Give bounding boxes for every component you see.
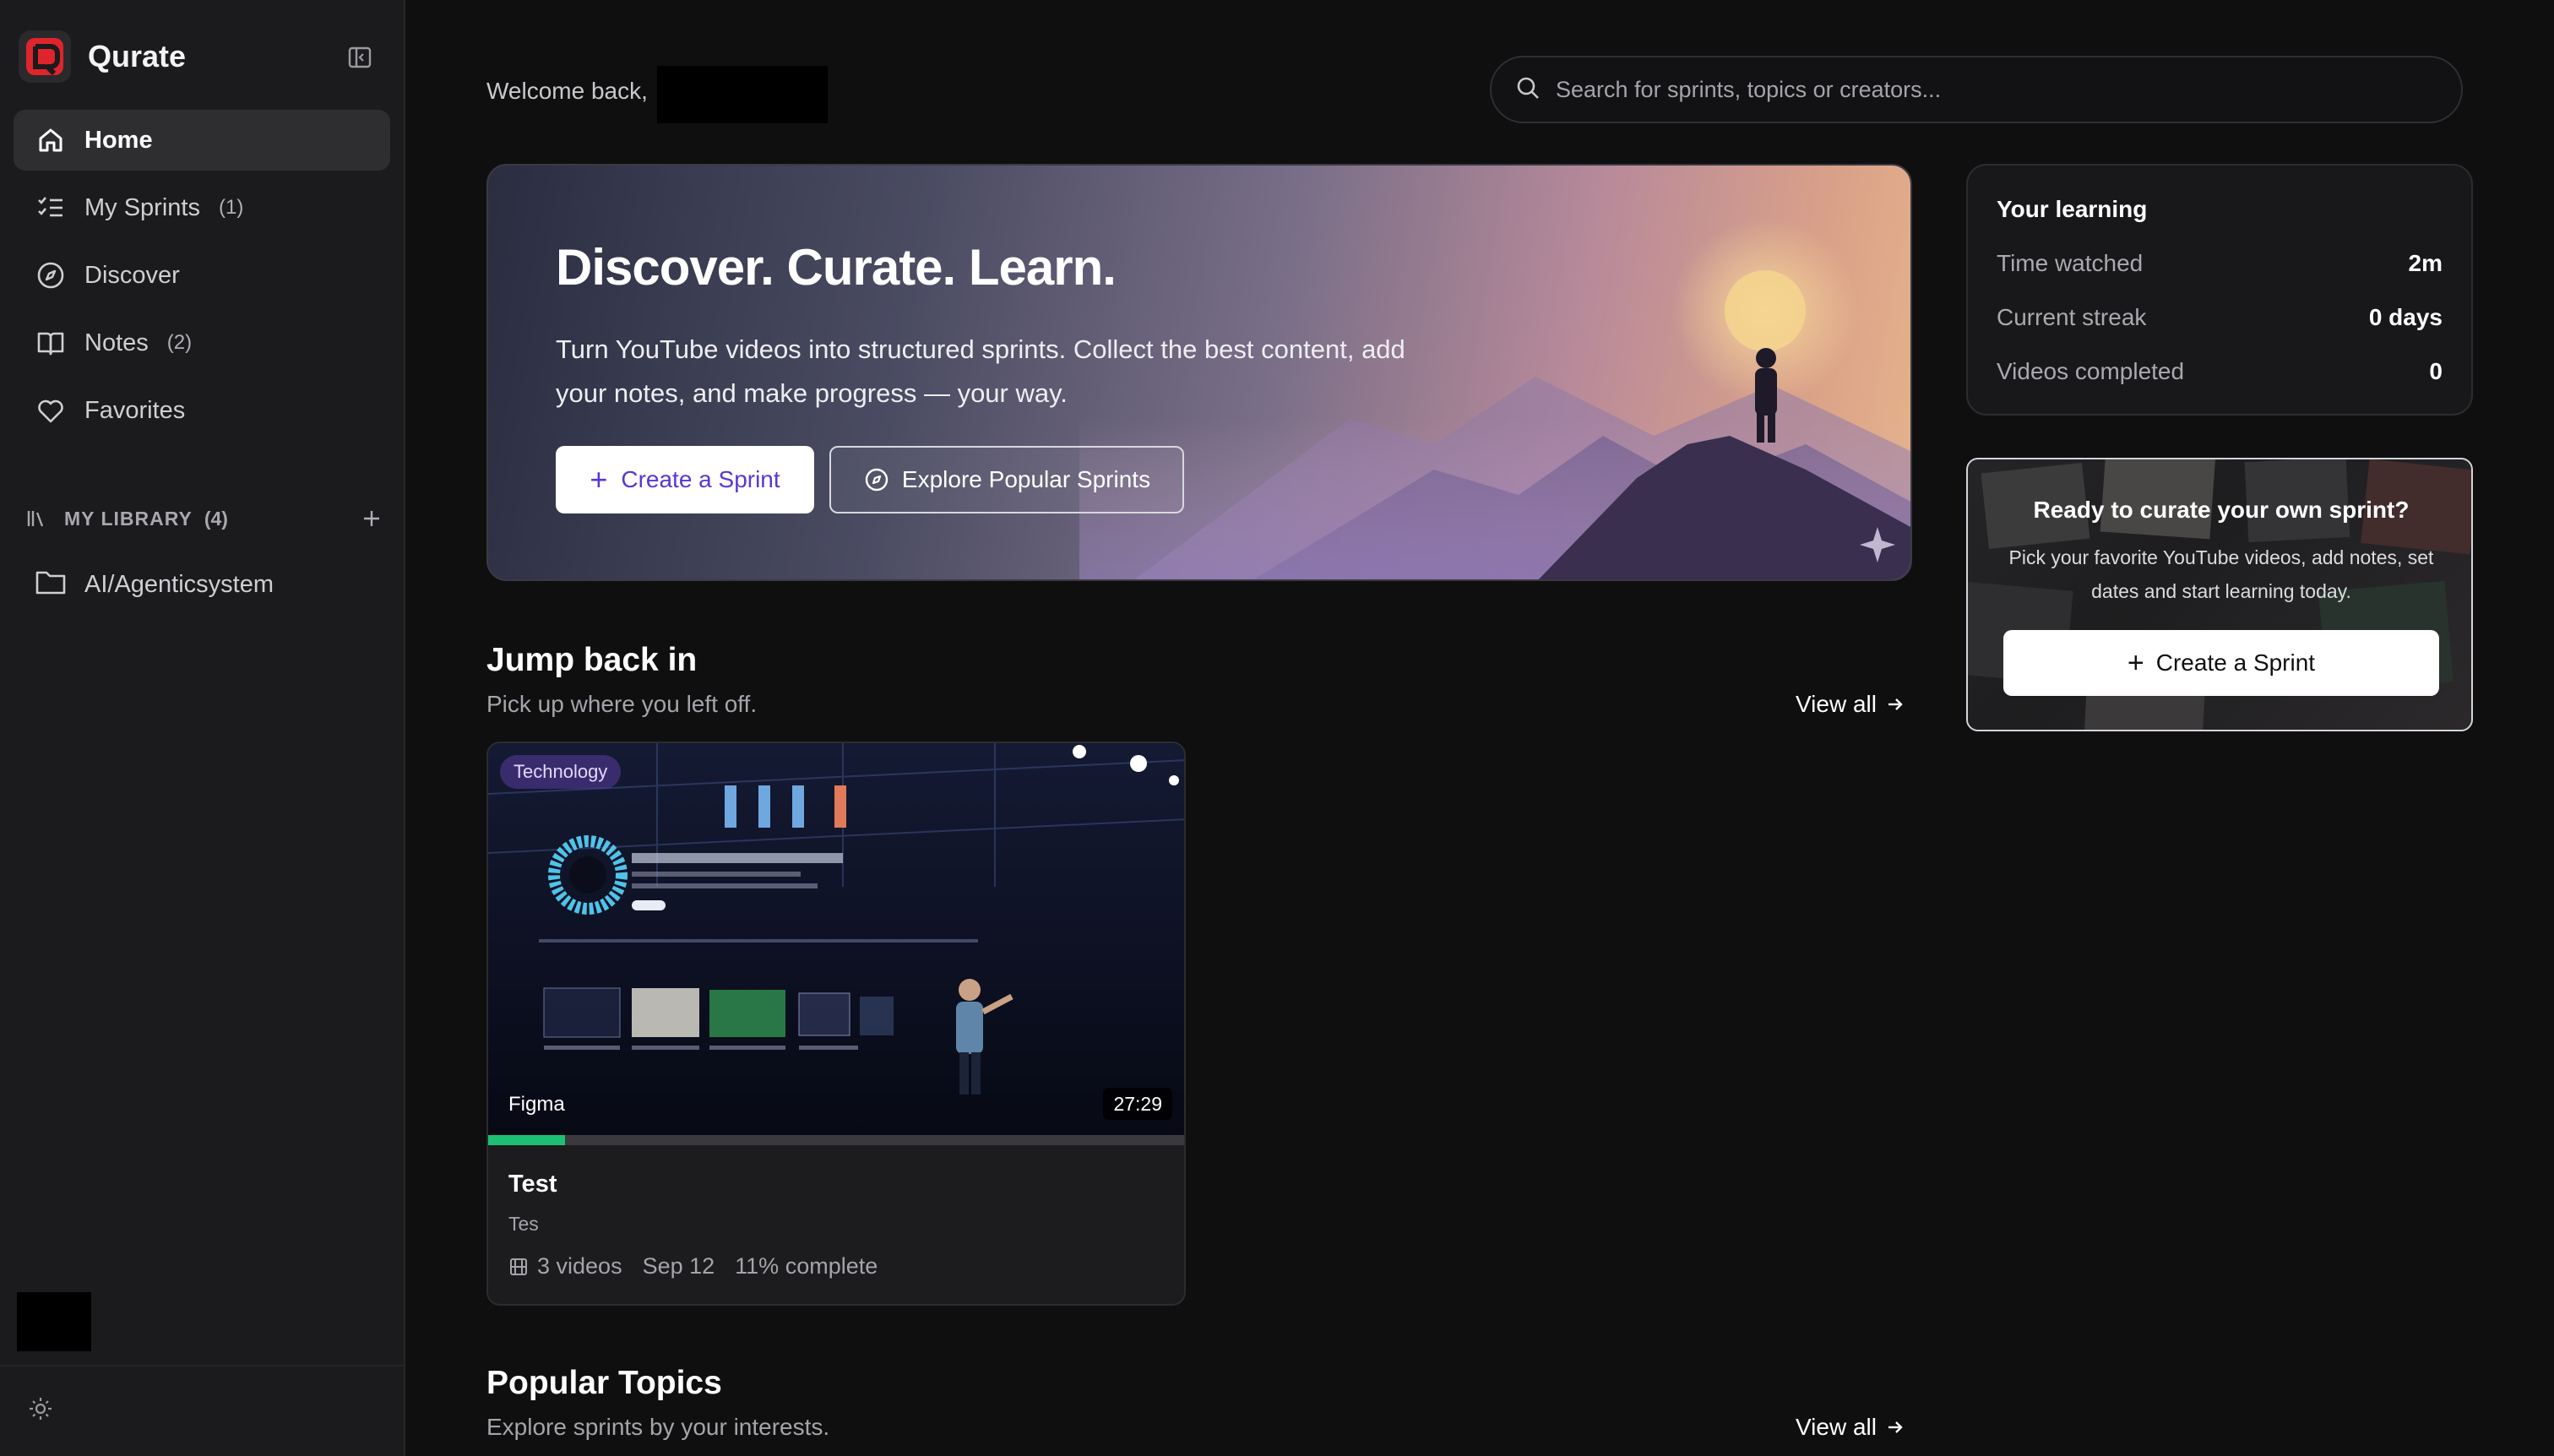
compass-icon: [34, 258, 68, 292]
sprint-video-count: 3 videos: [537, 1253, 622, 1279]
plus-icon: +: [590, 462, 608, 497]
heart-icon: [34, 394, 68, 427]
topics-view-all-link[interactable]: View all: [1796, 1414, 1905, 1441]
hero-subtitle: Turn YouTube videos into structured spri…: [556, 334, 1405, 408]
popular-topics-title: Popular Topics: [486, 1365, 722, 1401]
learning-value: 0: [2429, 358, 2443, 384]
search-input[interactable]: [1556, 76, 2434, 103]
search-bar[interactable]: [1490, 56, 2463, 123]
cta-create-sprint-button[interactable]: + Create a Sprint: [2003, 630, 2439, 696]
learning-key: Videos completed: [1997, 358, 2185, 384]
sun-icon[interactable]: [24, 1392, 57, 1426]
cta-subtitle: Pick your favorite YouTube videos, add n…: [2008, 546, 2434, 602]
jump-view-all-link[interactable]: View all: [1796, 691, 1905, 718]
learning-row-time-watched: Time watched 2m: [1997, 250, 2443, 277]
sidebar-collapse-icon[interactable]: [343, 41, 377, 74]
sidebar-item-label: Favorites: [84, 396, 186, 424]
video-duration: 27:29: [1103, 1088, 1172, 1120]
curate-sprint-cta-card: Ready to curate your own sprint? Pick yo…: [1966, 458, 2473, 731]
folder-icon: [34, 568, 68, 602]
hero-banner: Discover. Curate. Learn. Turn YouTube vi…: [486, 164, 1912, 581]
learning-row-streak: Current streak 0 days: [1997, 304, 2443, 331]
sidebar-item-my-sprints[interactable]: My Sprints (1): [14, 177, 390, 238]
category-tag: Technology: [500, 755, 622, 789]
sidebar-item-label: My Sprints: [84, 193, 200, 221]
sprint-completion: 11% complete: [735, 1253, 878, 1279]
stage-presentation-image: [488, 743, 1184, 1135]
learning-row-videos-completed: Videos completed 0: [1997, 358, 2443, 385]
sidebar-item-label: Discover: [84, 261, 180, 289]
create-sprint-button[interactable]: + Create a Sprint: [556, 446, 814, 513]
list-check-icon: [34, 191, 68, 225]
popular-topics-subtitle: Explore sprints by your interests.: [486, 1414, 830, 1440]
view-all-label: View all: [1796, 691, 1877, 717]
sprint-title: Test: [508, 1171, 557, 1198]
sidebar-nav: Home My Sprints (1) Discover Notes (2) F…: [14, 110, 390, 448]
cta-button-label: Create a Sprint: [2155, 649, 2316, 676]
add-folder-icon[interactable]: [356, 503, 387, 534]
cta-title: Ready to curate your own sprint?: [2033, 497, 2410, 523]
qurate-logo-icon: [19, 30, 71, 83]
username-redacted: [657, 66, 828, 123]
sprint-progress-fill: [488, 1135, 566, 1145]
library-count: (4): [204, 507, 228, 530]
sprint-date: Sep 12: [642, 1253, 715, 1279]
sidebar-item-notes[interactable]: Notes (2): [14, 312, 390, 373]
app-name: Qurate: [88, 39, 187, 73]
learning-title: Your learning: [1997, 196, 2148, 222]
library-header: MY LIBRARY (4): [25, 502, 387, 535]
library-title: MY LIBRARY: [64, 507, 193, 530]
sidebar-item-discover[interactable]: Discover: [14, 245, 390, 306]
learning-key: Current streak: [1997, 304, 2147, 330]
welcome-text: Welcome back,: [486, 78, 648, 104]
library-folder-item[interactable]: AI/Agenticsystem: [14, 554, 390, 615]
your-learning-card: Your learning Time watched 2m Current st…: [1966, 164, 2473, 416]
sidebar: Qurate Home My Sprints (1) Discover Note…: [0, 0, 405, 1456]
jump-back-in-title: Jump back in: [486, 642, 698, 678]
film-icon: [508, 1257, 529, 1277]
search-icon: [1515, 75, 1541, 105]
hero-title: Discover. Curate. Learn.: [556, 239, 1117, 296]
brand[interactable]: Qurate: [19, 30, 186, 83]
sidebar-item-home[interactable]: Home: [14, 110, 390, 171]
sprint-thumbnail: Technology Figma 27:29: [488, 743, 1184, 1135]
home-icon: [34, 123, 68, 157]
view-all-label: View all: [1796, 1414, 1877, 1440]
main-content: Welcome back, Search for sprints, topics…: [405, 0, 2554, 1456]
arrow-right-icon: [1885, 1417, 1905, 1437]
sidebar-item-label: Home: [84, 126, 153, 154]
sidebar-item-count: (2): [166, 331, 193, 354]
learning-value: 0 days: [2368, 304, 2443, 330]
library-icon: [25, 506, 51, 531]
plus-icon: +: [2127, 646, 2144, 679]
thumbnail-label: Figma: [508, 1093, 565, 1116]
sprint-meta: 3 videos Sep 12 11% complete: [508, 1253, 878, 1279]
sidebar-item-count: (1): [218, 196, 244, 219]
arrow-right-icon: [1885, 694, 1905, 714]
sprint-progress-bar: [488, 1135, 1184, 1145]
sprint-card[interactable]: Technology Figma 27:29 Test Tes 3 videos…: [486, 742, 1186, 1306]
jump-back-in-subtitle: Pick up where you left off.: [486, 691, 758, 717]
compass-icon: [863, 466, 890, 493]
sidebar-divider: [0, 1365, 404, 1366]
user-avatar[interactable]: [17, 1292, 91, 1351]
sidebar-item-favorites[interactable]: Favorites: [14, 380, 390, 441]
sidebar-item-label: Notes: [84, 329, 149, 356]
learning-value: 2m: [2408, 250, 2443, 276]
explore-popular-sprints-button[interactable]: Explore Popular Sprints: [829, 446, 1184, 513]
book-icon: [34, 326, 68, 360]
folder-label: AI/Agenticsystem: [84, 570, 274, 598]
learning-key: Time watched: [1997, 250, 2144, 276]
sprint-description: Tes: [508, 1213, 539, 1235]
explore-label: Explore Popular Sprints: [901, 466, 1151, 492]
create-sprint-label: Create a Sprint: [621, 466, 780, 492]
